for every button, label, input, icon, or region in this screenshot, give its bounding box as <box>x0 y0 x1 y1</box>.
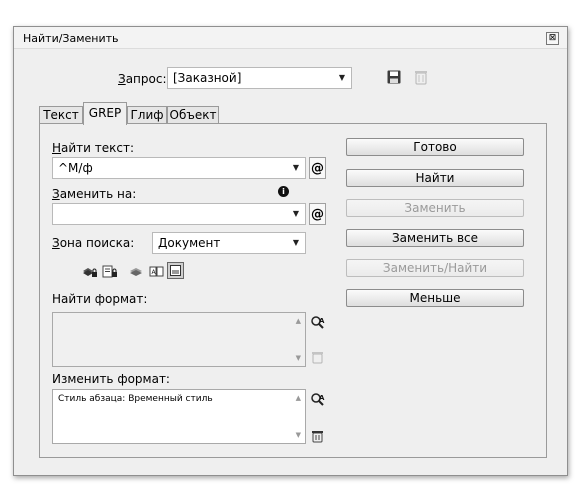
dialog-title: Найти/Заменить <box>23 32 119 45</box>
find-text-input[interactable]: ^M/ф ▼ <box>52 157 306 179</box>
find-format-label: Найти формат: <box>52 292 148 306</box>
query-value: [Заказной] <box>173 71 242 85</box>
change-format-value: Стиль абзаца: Временный стиль <box>58 394 213 404</box>
replace-button[interactable]: Заменить <box>346 199 524 217</box>
special-chars-find-icon[interactable]: @ <box>309 157 326 179</box>
chevron-down-icon: ▼ <box>292 238 299 247</box>
scroll-down-icon[interactable]: ▼ <box>296 431 301 439</box>
find-replace-dialog: Найти/Заменить ⊠ Запрос: [Заказной] ▼ Те… <box>13 26 568 476</box>
scroll-up-icon[interactable]: ▲ <box>296 394 301 402</box>
query-label: Запрос: <box>118 72 167 86</box>
include-hidden-layers-icon[interactable] <box>127 263 145 279</box>
save-query-icon[interactable] <box>386 69 402 85</box>
find-button[interactable]: Найти <box>346 169 524 187</box>
include-footnotes-icon[interactable] <box>167 262 184 279</box>
special-chars-replace-icon[interactable]: @ <box>309 203 326 225</box>
clear-change-format-icon[interactable] <box>309 428 325 444</box>
replace-find-button[interactable]: Заменить/Найти <box>346 259 524 277</box>
chevron-down-icon[interactable]: ▼ <box>293 204 299 224</box>
chevron-down-icon[interactable]: ▼ <box>293 158 299 178</box>
search-zone-select[interactable]: Документ ▼ <box>152 232 306 254</box>
clear-find-format-icon[interactable] <box>309 349 325 365</box>
fewer-options-button[interactable]: Меньше <box>346 289 524 307</box>
delete-query-icon[interactable] <box>413 69 429 86</box>
find-text-label: Найти текст: <box>52 141 135 155</box>
tab-text[interactable]: Текст <box>39 106 83 124</box>
include-locked-layers-icon[interactable] <box>81 263 99 279</box>
search-zone-value: Документ <box>158 236 221 250</box>
specify-find-format-icon[interactable]: A <box>309 314 325 330</box>
specify-change-format-icon[interactable]: A <box>309 391 325 407</box>
replace-with-label: Заменить на: <box>52 187 137 201</box>
replace-with-input[interactable]: ▼ <box>52 203 306 225</box>
scroll-up-icon[interactable]: ▲ <box>296 317 301 325</box>
tab-grep[interactable]: GREP <box>83 102 127 125</box>
titlebar: Найти/Заменить ⊠ <box>14 27 567 49</box>
find-format-box[interactable]: ▲ ▼ <box>52 312 306 367</box>
search-zone-label: Зона поиска: <box>52 236 135 250</box>
svg-text:A: A <box>319 394 325 402</box>
change-format-box[interactable]: Стиль абзаца: Временный стиль ▲ ▼ <box>52 389 306 444</box>
done-button[interactable]: Готово <box>346 138 524 156</box>
svg-text:A: A <box>319 317 325 325</box>
tab-object[interactable]: Объект <box>167 106 219 124</box>
replace-all-button[interactable]: Заменить все <box>346 229 524 247</box>
change-format-label: Изменить формат: <box>52 372 170 386</box>
chevron-down-icon: ▼ <box>338 73 345 82</box>
close-button[interactable]: ⊠ <box>546 32 559 45</box>
scroll-down-icon[interactable]: ▼ <box>296 354 301 362</box>
find-text-value: ^M/ф <box>58 161 93 175</box>
info-icon[interactable]: i <box>278 186 289 197</box>
include-locked-stories-icon[interactable] <box>101 263 119 279</box>
query-select[interactable]: [Заказной] ▼ <box>167 67 352 89</box>
tab-glyph[interactable]: Глиф <box>127 106 167 124</box>
include-master-pages-icon[interactable]: A <box>148 263 166 279</box>
